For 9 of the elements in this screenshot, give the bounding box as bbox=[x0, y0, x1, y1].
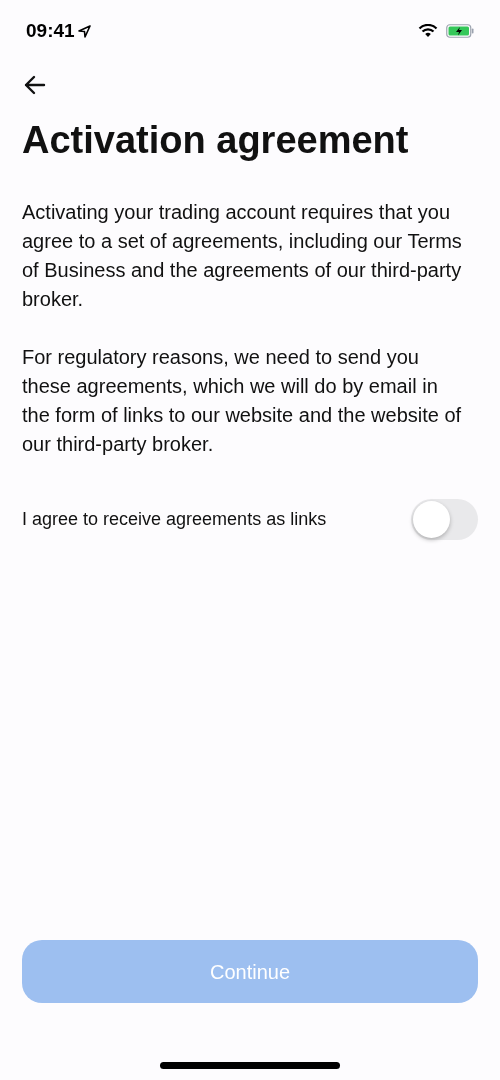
status-time: 09:41 bbox=[26, 18, 75, 43]
page-title: Activation agreement bbox=[21, 118, 410, 163]
toggle-label: I agree to receive agreements as links bbox=[22, 508, 327, 531]
wifi-icon bbox=[418, 24, 438, 38]
toggle-switch[interactable] bbox=[411, 499, 478, 540]
location-arrow-icon bbox=[77, 24, 91, 38]
body-paragraph: For regulatory reasons, we need to send you these agreements, which we will do by email in the form of links to our website and the website of our third-party broker. bbox=[22, 345, 463, 457]
body-paragraph: Activating your trading account requires that you agree to a set of agreements, including our Terms of Business and the agreements of our third-party broker. bbox=[22, 200, 463, 312]
battery-charging-icon bbox=[446, 24, 474, 38]
